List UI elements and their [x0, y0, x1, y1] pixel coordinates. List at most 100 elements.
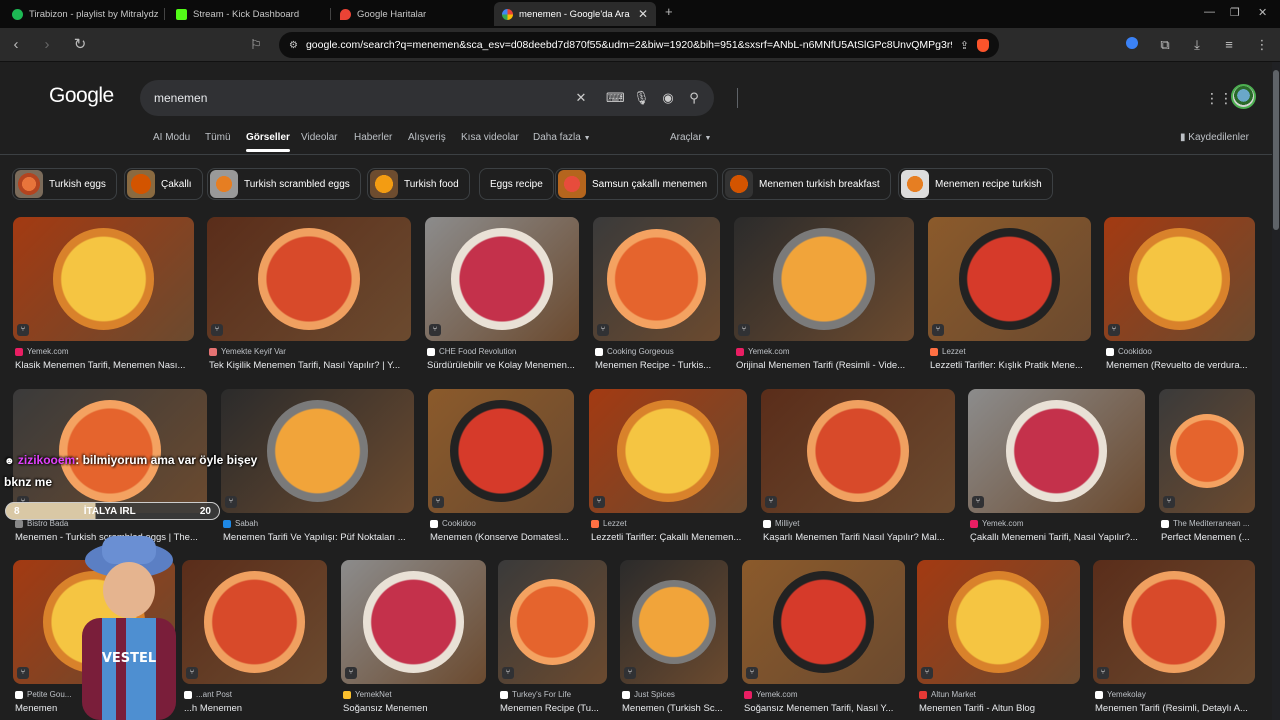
result-source[interactable]: The Mediterranean ...: [1161, 519, 1249, 528]
extensions-icon[interactable]: ⧉: [1157, 37, 1173, 53]
image-result-card[interactable]: ⑂ Yemek.com Çakallı Menemeni Tarifi, Nasıl…: [968, 389, 1145, 553]
address-bar[interactable]: ⚙ google.com/search?q=menemen&sca_esv=d0…: [279, 32, 999, 58]
forward-icon[interactable]: ›: [37, 35, 57, 55]
image-result-card[interactable]: ⑂ Cookidoo Menemen (Konserve Domatesl...: [428, 389, 574, 553]
image-result-card[interactable]: ⑂ Yemek.com Orijinal Menemen Tarifi (Resim…: [734, 217, 914, 381]
tab-google-search[interactable]: menemen - Google'da Ara ✕: [494, 2, 656, 26]
result-source[interactable]: Turkey's For Life: [500, 690, 571, 699]
result-title[interactable]: Menemen (Revuelto de verdura...: [1106, 360, 1253, 371]
result-thumbnail[interactable]: ⑂: [917, 560, 1080, 684]
result-title[interactable]: Perfect Menemen (...: [1161, 532, 1253, 543]
image-result-card[interactable]: ⑂ Cooking Gorgeous Menemen Recipe - Turkis…: [593, 217, 720, 381]
result-thumbnail[interactable]: ⑂: [428, 389, 574, 513]
share-icon[interactable]: ⇪: [960, 39, 969, 52]
result-source[interactable]: Lezzet: [930, 347, 966, 356]
result-title[interactable]: Menemen Tarifi Ve Yapılışı: Püf Noktalar…: [223, 532, 412, 543]
result-thumbnail[interactable]: ⑂: [620, 560, 728, 684]
image-result-card[interactable]: ⑂ Cookidoo Menemen (Revuelto de verdura...: [1104, 217, 1255, 381]
image-result-card[interactable]: ⑂ Lezzet Lezzetli Tarifler: Kışlık Pratik …: [928, 217, 1091, 381]
back-icon[interactable]: ‹: [6, 35, 26, 55]
scrollbar-thumb[interactable]: [1273, 70, 1279, 230]
vpn-icon[interactable]: [1124, 37, 1140, 53]
result-title[interactable]: ...h Menemen: [184, 703, 325, 714]
image-result-card[interactable]: ⑂ Altun Market Menemen Tarifi - Altun Blog: [917, 560, 1080, 720]
close-window-icon[interactable]: ✕: [1258, 6, 1267, 19]
tab-news[interactable]: Haberler: [354, 132, 392, 143]
result-title[interactable]: Soğansız Menemen: [343, 703, 484, 714]
result-source[interactable]: Cooking Gorgeous: [595, 347, 674, 356]
result-title[interactable]: Menemen Recipe (Tu...: [500, 703, 605, 714]
result-source[interactable]: Yemek.com: [744, 690, 798, 699]
result-title[interactable]: Menemen (Turkish Sc...: [622, 703, 726, 714]
result-thumbnail[interactable]: ⑂: [13, 217, 194, 341]
result-source[interactable]: Cookidoo: [430, 519, 476, 528]
result-thumbnail[interactable]: ⑂: [593, 217, 720, 341]
result-thumbnail[interactable]: ⑂: [761, 389, 955, 513]
result-title[interactable]: Menemen Tarifi (Resimli, Detaylı A...: [1095, 703, 1253, 714]
image-result-card[interactable]: ⑂ Yemekolay Menemen Tarifi (Resimli, Detay…: [1093, 560, 1255, 720]
search-icon[interactable]: ⚲: [686, 90, 702, 106]
new-tab-button[interactable]: +: [665, 4, 673, 19]
result-title[interactable]: Menemen Tarifi - Altun Blog: [919, 703, 1078, 714]
chip-samsun-cakalli-menemen[interactable]: Samsun çakallı menemen: [555, 168, 719, 200]
result-source[interactable]: Yemek.com: [970, 519, 1024, 528]
site-info-icon[interactable]: ⚙: [289, 40, 298, 51]
tab-shopping[interactable]: Alışveriş: [408, 132, 446, 143]
result-source[interactable]: Just Spices: [622, 690, 675, 699]
result-title[interactable]: Sürdürülebilir ve Kolay Menemen...: [427, 360, 577, 371]
address-url[interactable]: google.com/search?q=menemen&sca_esv=d08d…: [306, 39, 952, 51]
image-result-card[interactable]: ⑂ CHE Food Revolution Sürdürülebilir ve Ko…: [425, 217, 579, 381]
result-title[interactable]: Kaşarlı Menemen Tarifi Nasıl Yapılır? Ma…: [763, 532, 953, 543]
result-thumbnail[interactable]: ⑂: [734, 217, 914, 341]
chip-cakalli[interactable]: Çakallı: [124, 168, 203, 200]
result-thumbnail[interactable]: ⑂: [1093, 560, 1255, 684]
result-source[interactable]: Milliyet: [763, 519, 799, 528]
microphone-icon[interactable]: 🎙: [633, 90, 650, 106]
result-thumbnail[interactable]: ⑂: [425, 217, 579, 341]
result-title[interactable]: Menemen Recipe - Turkis...: [595, 360, 718, 371]
chip-turkish-eggs[interactable]: Turkish eggs: [12, 168, 117, 200]
chip-turkish-food[interactable]: Turkish food: [367, 168, 470, 200]
result-title[interactable]: Orijinal Menemen Tarifi (Resimli - Vide.…: [736, 360, 912, 371]
brave-shield-icon[interactable]: [977, 38, 989, 52]
image-result-card[interactable]: ⑂ YemekNet Soğansız Menemen: [341, 560, 486, 720]
result-thumbnail[interactable]: ⑂: [498, 560, 607, 684]
result-title[interactable]: Menemen (Konserve Domatesl...: [430, 532, 572, 543]
result-title[interactable]: Lezzetli Tarifler: Kışlık Pratik Mene...: [930, 360, 1089, 371]
tab-maps[interactable]: Google Haritalar: [332, 2, 490, 26]
search-input[interactable]: menemen: [154, 91, 207, 105]
image-result-card[interactable]: ⑂ Milliyet Kaşarlı Menemen Tarifi Nasıl Ya…: [761, 389, 955, 553]
result-source[interactable]: Bistro Bada: [15, 519, 68, 528]
tab-short-videos[interactable]: Kısa videolar: [461, 132, 519, 143]
result-source[interactable]: Yemekte Keyif Var: [209, 347, 286, 356]
tab-kick[interactable]: Stream - Kick Dashboard: [168, 2, 326, 26]
avatar[interactable]: [1231, 84, 1256, 109]
result-source[interactable]: Yemek.com: [15, 347, 69, 356]
image-result-card[interactable]: ⑂ ...ant Post ...h Menemen: [182, 560, 327, 720]
result-title[interactable]: Klasik Menemen Tarifi, Menemen Nası...: [15, 360, 192, 371]
scrollbar[interactable]: [1272, 62, 1280, 720]
image-result-card[interactable]: ⑂ Yemek.com Soğansız Menemen Tarifi, Nasıl…: [742, 560, 905, 720]
lens-icon[interactable]: ◉: [660, 90, 676, 106]
result-thumbnail[interactable]: ⑂: [1104, 217, 1255, 341]
saved-button[interactable]: ▮ Kaydedilenler: [1180, 132, 1249, 143]
result-thumbnail[interactable]: ⑂: [1159, 389, 1255, 513]
result-thumbnail[interactable]: ⑂: [968, 389, 1145, 513]
result-thumbnail[interactable]: ⑂: [928, 217, 1091, 341]
result-source[interactable]: Yemek.com: [736, 347, 790, 356]
image-result-card[interactable]: ⑂ Just Spices Menemen (Turkish Sc...: [620, 560, 728, 720]
clear-search-icon[interactable]: ✕: [573, 90, 589, 106]
keyboard-icon[interactable]: ⌨: [606, 90, 625, 106]
reload-icon[interactable]: ↻: [70, 35, 90, 55]
minimize-icon[interactable]: —: [1204, 6, 1215, 18]
result-thumbnail[interactable]: ⑂: [742, 560, 905, 684]
result-thumbnail[interactable]: ⑂: [589, 389, 747, 513]
result-thumbnail[interactable]: ⑂: [341, 560, 486, 684]
restore-icon[interactable]: ❐: [1230, 6, 1240, 19]
result-source[interactable]: YemekNet: [343, 690, 392, 699]
result-source[interactable]: Sabah: [223, 519, 258, 528]
result-thumbnail[interactable]: ⑂: [182, 560, 327, 684]
result-title[interactable]: Soğansız Menemen Tarifi, Nasıl Y...: [744, 703, 903, 714]
image-result-card[interactable]: ⑂ Yemekte Keyif Var Tek Kişilik Menemen Ta…: [207, 217, 411, 381]
tab-ai-mode[interactable]: AI Modu: [153, 132, 190, 143]
